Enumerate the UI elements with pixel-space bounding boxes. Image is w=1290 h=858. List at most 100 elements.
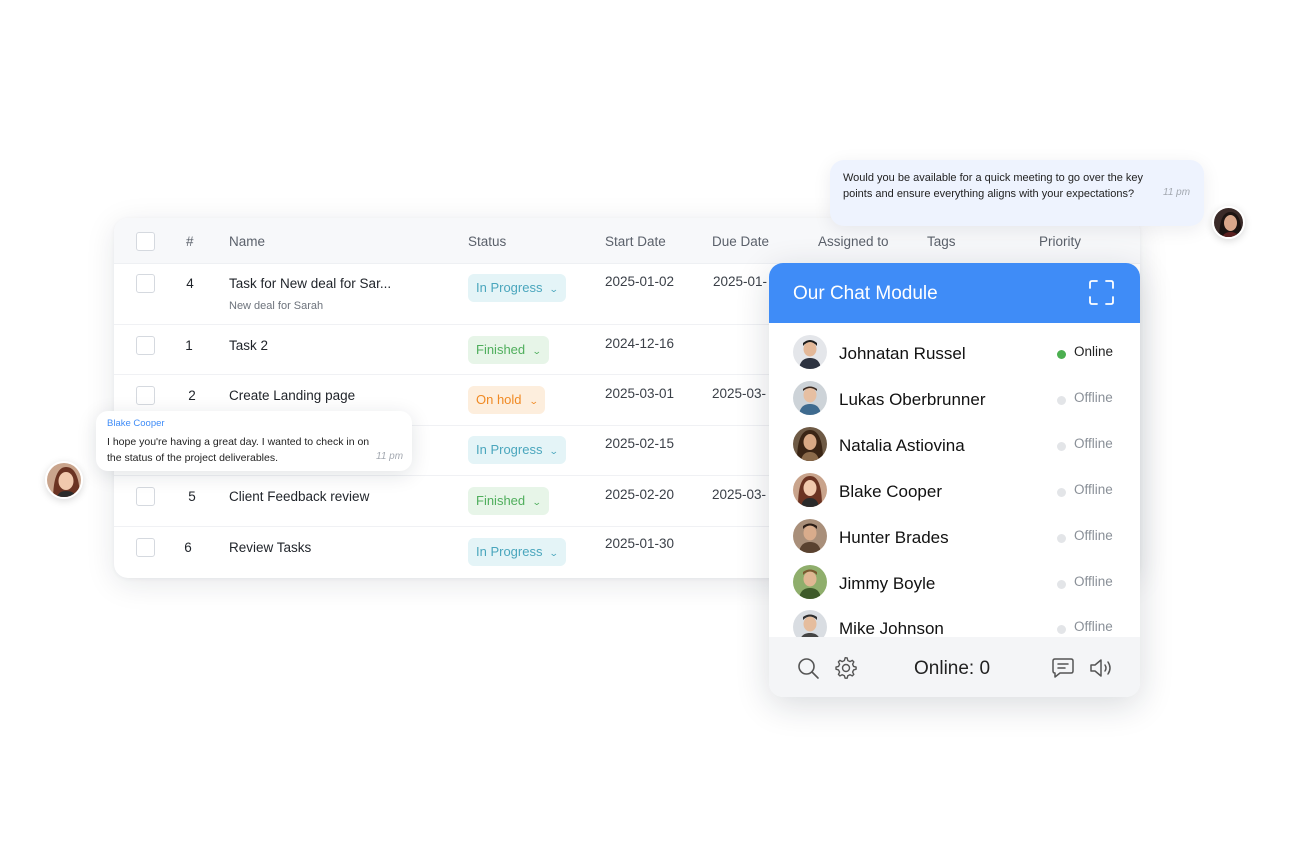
header-due-date[interactable]: Due Date: [712, 234, 769, 249]
row-checkbox[interactable]: [136, 336, 155, 355]
status-dropdown[interactable]: In Progress ⌄: [468, 538, 567, 566]
status-dropdown[interactable]: In Progress ⌄: [468, 436, 567, 464]
status-dot: [1057, 625, 1066, 634]
row-checkbox[interactable]: [136, 487, 155, 506]
status-dropdown[interactable]: Finished ⌄: [468, 487, 549, 515]
header-tags[interactable]: Tags: [927, 234, 956, 249]
status-dropdown[interactable]: In Progress ⌄: [468, 274, 567, 302]
header-priority[interactable]: Priority: [1039, 234, 1081, 249]
header-assigned-to[interactable]: Assigned to: [818, 234, 889, 249]
chat-footer: Online: 0: [769, 637, 1140, 697]
contact-item[interactable]: Johnatan Russel Online: [769, 323, 1140, 369]
task-name[interactable]: Task 2: [229, 338, 268, 353]
avatar-woman-icon: [793, 427, 827, 461]
avatar: [793, 473, 827, 507]
status-label: Online: [1074, 344, 1114, 359]
select-all-checkbox[interactable]: [136, 232, 155, 251]
avatar-man-icon: [793, 610, 827, 637]
task-name[interactable]: Task for New deal for Sar...: [229, 276, 391, 291]
due-date: 2025-03-: [712, 487, 767, 502]
contact-item[interactable]: Lukas Oberbrunner Offline: [769, 369, 1140, 415]
contact-list[interactable]: Johnatan Russel Online Lukas Oberbrunner…: [769, 323, 1140, 637]
status-dropdown[interactable]: On hold ⌄: [468, 386, 546, 414]
due-date: 2025-03-: [712, 386, 767, 401]
task-name[interactable]: Client Feedback review: [229, 489, 369, 504]
avatar: [793, 565, 827, 599]
chevron-down-icon: ⌄: [528, 396, 539, 406]
avatar-woman-icon: [47, 463, 81, 497]
contact-name: Natalia Astiovina: [839, 436, 965, 455]
contact-name: Blake Cooper: [839, 482, 943, 501]
chat-bubble-incoming: Blake Cooper I hope you're having a grea…: [96, 411, 412, 471]
status-dot: [1057, 350, 1066, 359]
expand-icon[interactable]: [1089, 280, 1114, 305]
chat-header: Our Chat Module: [769, 263, 1140, 323]
status-label: Offline: [1074, 482, 1113, 497]
row-checkbox[interactable]: [136, 386, 155, 405]
avatar: [793, 519, 827, 553]
start-date: 2025-02-20: [605, 487, 675, 502]
avatar: [45, 461, 83, 499]
start-date: 2025-01-30: [605, 536, 675, 551]
avatar: [793, 381, 827, 415]
search-icon[interactable]: [796, 656, 820, 680]
status-label: In Progress: [476, 544, 543, 559]
row-number: 5: [188, 489, 196, 504]
status-label: Offline: [1074, 390, 1113, 405]
avatar: [1212, 206, 1245, 239]
header-number[interactable]: #: [186, 234, 194, 249]
contact-item[interactable]: Blake Cooper Offline: [769, 461, 1140, 507]
header-name[interactable]: Name: [229, 234, 265, 249]
due-date: 2025-01-: [713, 274, 768, 289]
chat-title: Our Chat Module: [793, 283, 938, 304]
chevron-down-icon: ⌄: [549, 284, 560, 294]
header-status[interactable]: Status: [468, 234, 506, 249]
status-dot: [1057, 396, 1066, 405]
message-icon[interactable]: [1051, 656, 1075, 680]
status-label: Finished: [476, 493, 526, 508]
contact-name: Johnatan Russel: [839, 344, 966, 363]
contact-item[interactable]: Mike Johnson Offline: [769, 598, 1140, 637]
status-dropdown[interactable]: Finished ⌄: [468, 336, 549, 364]
start-date: 2024-12-16: [605, 336, 675, 351]
task-subtitle: New deal for Sarah: [229, 300, 324, 312]
contact-item[interactable]: Jimmy Boyle Offline: [769, 553, 1140, 599]
bubble-sender: Blake Cooper: [107, 418, 165, 429]
task-name[interactable]: Create Landing page: [229, 388, 355, 403]
start-date: 2025-03-01: [605, 386, 675, 401]
avatar-man-icon: [793, 335, 827, 369]
contact-name: Lukas Oberbrunner: [839, 390, 986, 409]
status-label: On hold: [476, 392, 522, 407]
online-count: Online: 0: [914, 658, 991, 679]
avatar-man-icon: [793, 565, 827, 599]
bubble-time: 11 pm: [376, 451, 404, 462]
row-number: 6: [184, 540, 192, 555]
status-dot: [1057, 488, 1066, 497]
contact-name: Jimmy Boyle: [839, 574, 936, 593]
status-dot: [1057, 442, 1066, 451]
header-start-date[interactable]: Start Date: [605, 234, 666, 249]
row-checkbox[interactable]: [136, 538, 155, 557]
contact-item[interactable]: Natalia Astiovina Offline: [769, 415, 1140, 461]
contact-name: Mike Johnson: [839, 619, 944, 637]
avatar-man-icon: [793, 519, 827, 553]
bubble-message: Would you be available for a quick meeti…: [843, 172, 1144, 200]
status-dot: [1057, 534, 1066, 543]
row-number: 4: [186, 276, 194, 291]
status-label: Offline: [1074, 528, 1113, 543]
gear-icon[interactable]: [834, 656, 858, 680]
task-name[interactable]: Review Tasks: [229, 540, 311, 555]
avatar: [793, 335, 827, 369]
row-number: 2: [188, 388, 196, 403]
avatar-man-icon: [793, 381, 827, 415]
start-date: 2025-02-15: [605, 436, 675, 451]
avatar: [793, 610, 827, 637]
bubble-time: 11 pm: [1163, 187, 1191, 198]
contact-name: Hunter Brades: [839, 528, 949, 547]
contact-item[interactable]: Hunter Brades Offline: [769, 507, 1140, 553]
status-label: In Progress: [476, 442, 543, 457]
row-checkbox[interactable]: [136, 274, 155, 293]
start-date: 2025-01-02: [605, 274, 675, 289]
avatar: [793, 427, 827, 461]
speaker-icon[interactable]: [1088, 656, 1116, 680]
